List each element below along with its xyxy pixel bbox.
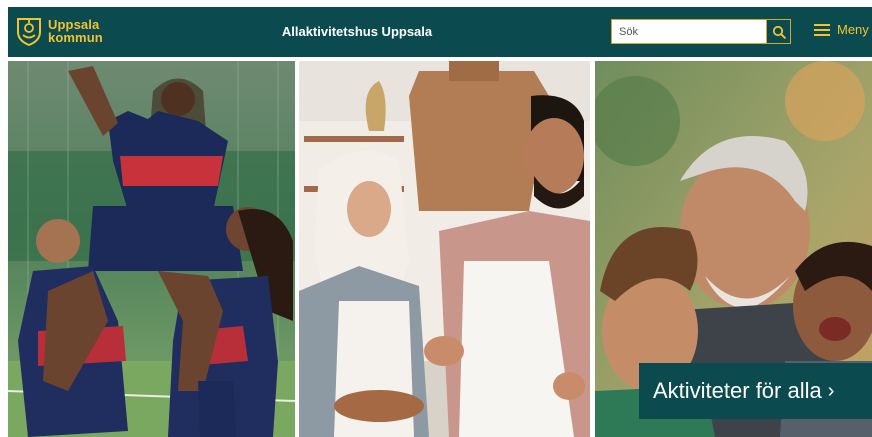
search-form: [611, 19, 791, 44]
baking-photo: [299, 61, 590, 437]
hero-image-football: [8, 61, 295, 437]
search-button[interactable]: [766, 20, 790, 43]
search-icon: [772, 25, 786, 39]
cta-label: Aktiviteter för alla: [653, 378, 822, 403]
hamburger-icon: [814, 23, 830, 36]
hero-image-baking: [299, 61, 590, 437]
menu-label: Meny: [837, 22, 869, 37]
activities-for-all-link[interactable]: Aktiviteter för alla ›: [639, 363, 872, 419]
football-photo: [8, 61, 295, 437]
search-input[interactable]: [612, 20, 767, 43]
chevron-right-icon: ›: [827, 379, 835, 402]
menu-button[interactable]: Meny: [814, 22, 869, 37]
site-title[interactable]: Allaktivitetshus Uppsala: [8, 24, 706, 39]
site-header: Uppsala kommun Allaktivitetshus Uppsala …: [8, 7, 872, 57]
